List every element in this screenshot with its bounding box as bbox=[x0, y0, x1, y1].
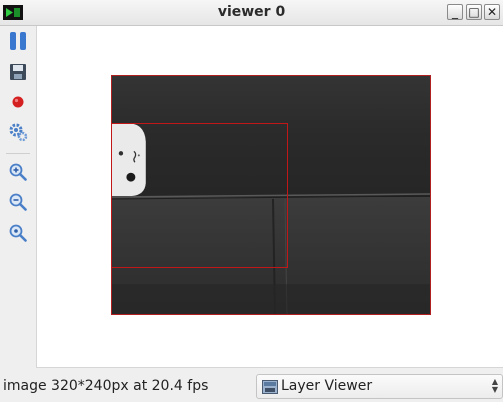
side-toolbar bbox=[0, 26, 36, 368]
window-title: viewer 0 bbox=[217, 4, 286, 20]
layer-selector-label: Layer Viewer bbox=[281, 378, 373, 394]
pause-icon bbox=[10, 32, 26, 50]
roi-rectangle[interactable] bbox=[111, 123, 288, 268]
layer-viewer-icon bbox=[262, 380, 278, 394]
record-button[interactable] bbox=[8, 92, 28, 112]
spinner-arrows[interactable]: ▲ ▼ bbox=[492, 378, 498, 394]
gear-icon bbox=[9, 123, 28, 142]
save-button[interactable] bbox=[8, 62, 28, 82]
status-text: image 320*240px at 20.4 fps bbox=[3, 378, 209, 394]
zoom-out-button[interactable] bbox=[8, 192, 28, 212]
save-icon bbox=[10, 64, 26, 80]
zoom-reset-icon bbox=[9, 224, 27, 242]
settings-button[interactable] bbox=[8, 122, 28, 142]
toolbar-separator bbox=[6, 153, 30, 154]
maximize-button[interactable]: □ bbox=[466, 4, 482, 20]
chevron-down-icon: ▼ bbox=[491, 385, 498, 394]
zoom-reset-button[interactable] bbox=[8, 223, 28, 243]
record-icon bbox=[12, 96, 24, 108]
pause-button[interactable] bbox=[8, 31, 28, 51]
title-bar[interactable]: viewer 0 _ □ ✕ bbox=[0, 0, 503, 26]
minimize-button[interactable]: _ bbox=[447, 4, 463, 20]
layer-selector[interactable]: Layer Viewer ▲ ▼ bbox=[256, 374, 503, 399]
close-button[interactable]: ✕ bbox=[484, 4, 500, 20]
zoom-in-button[interactable] bbox=[8, 162, 28, 182]
zoom-out-icon bbox=[9, 193, 27, 211]
zoom-in-icon bbox=[9, 163, 27, 181]
